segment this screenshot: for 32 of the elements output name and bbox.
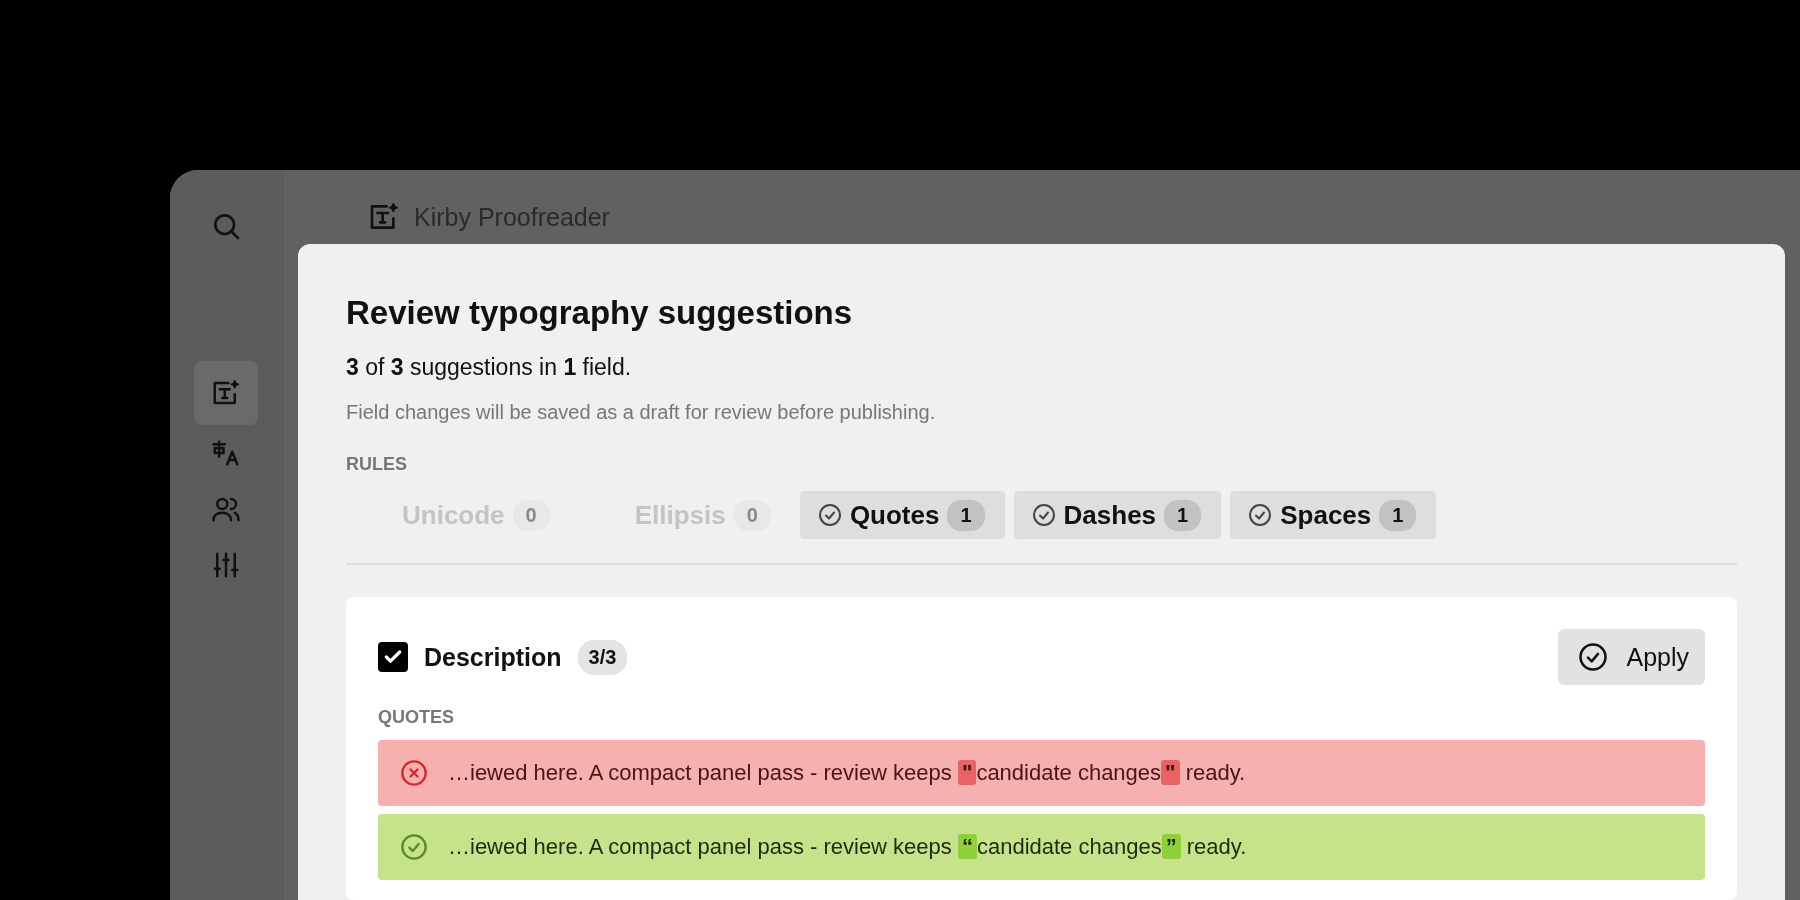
rule-label: Quotes <box>849 499 940 531</box>
rule-label: Dashes <box>1063 499 1157 531</box>
rule-label: Spaces <box>1280 499 1372 531</box>
hint-text: Field changes will be saved as a draft for review before publishing. <box>346 401 937 424</box>
check-circle-icon <box>817 503 842 527</box>
suggestion-text: …iewed here. A compact panel pass - review keeps “ candidate changes ” ready. <box>448 834 1247 860</box>
count-badge: 3/3 <box>577 639 628 675</box>
rule-toggle[interactable]: Spaces 1 <box>1230 491 1437 539</box>
field-name: Description <box>424 642 562 672</box>
count-badge: 1 <box>1379 499 1417 531</box>
dialog-title: Review typography suggestions <box>346 294 854 332</box>
check-circle-icon <box>1578 642 1609 672</box>
rule-toggle[interactable]: Dashes 1 <box>1013 491 1222 539</box>
apply-button[interactable]: Apply <box>1558 629 1705 685</box>
error-icon <box>400 759 428 787</box>
check-circle-icon <box>1031 503 1056 527</box>
count-badge: 1 <box>1164 499 1202 531</box>
check-circle-icon <box>1248 503 1273 527</box>
suggestion-text: …iewed here. A compact panel pass - review keeps " candidate changes " ready. <box>448 760 1246 786</box>
sliders-icon <box>211 550 241 580</box>
section-label: RULES <box>346 454 408 475</box>
check-circle-icon <box>400 833 428 861</box>
group-label: QUOTES <box>378 707 455 728</box>
sidebar-button[interactable] <box>194 361 258 425</box>
app-title: Kirby Proofreader <box>414 202 610 232</box>
count-badge: 1 <box>947 499 985 531</box>
count-badge: 0 <box>733 499 771 531</box>
rule-toggle[interactable]: Quotes 1 <box>799 491 1005 539</box>
summary-text: 3 of 3 suggestions in 1 field. <box>346 354 633 381</box>
checkbox[interactable] <box>378 642 408 672</box>
translate-icon <box>211 438 241 468</box>
count-badge: 0 <box>512 499 550 531</box>
